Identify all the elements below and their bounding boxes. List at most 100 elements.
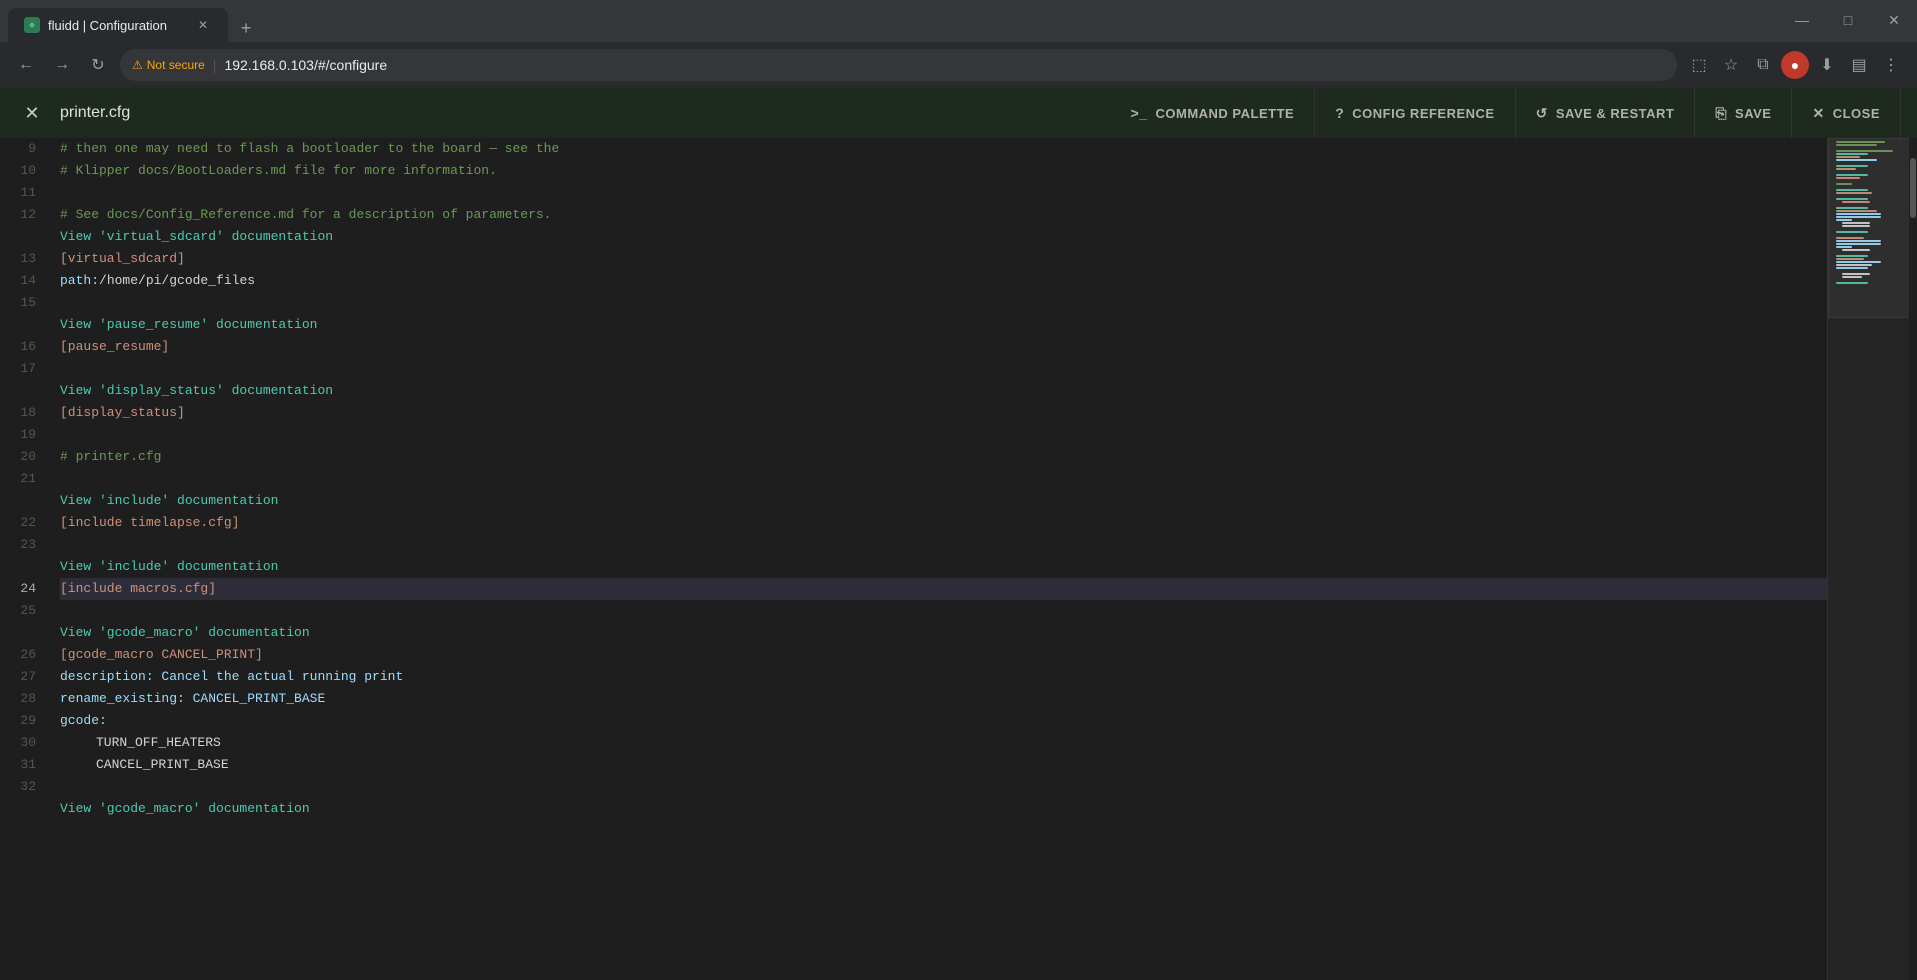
code-line-25	[60, 600, 1827, 622]
line-num-23: 23	[0, 534, 36, 556]
code-line-9: # then one may need to flash a bootloade…	[60, 138, 1827, 160]
window-close-button[interactable]: ✕	[1871, 6, 1917, 34]
code-line-28: rename_existing: CANCEL_PRINT_BASE	[60, 688, 1827, 710]
profile-button[interactable]: ●	[1781, 51, 1809, 79]
code-line-24: [include macros.cfg]	[60, 578, 1827, 600]
code-link-display-status[interactable]: View 'display_status' documentation	[60, 380, 1827, 402]
browser-actions: ⬚ ☆ ⧉ ● ⬇ ▤ ⋮	[1685, 51, 1905, 79]
code-link-gcode-macro[interactable]: View 'gcode_macro' documentation	[60, 622, 1827, 644]
tab-favicon	[24, 17, 40, 33]
line-num-24: 24	[0, 578, 36, 600]
active-tab[interactable]: fluidd | Configuration ✕	[8, 8, 228, 42]
tab-close-button[interactable]: ✕	[194, 16, 212, 34]
editor-main: 9 10 11 12 13 14 15 16 17 18 19 20 21 22…	[0, 138, 1827, 980]
address-text: 192.168.0.103/#/configure	[224, 57, 387, 73]
bookmark-button[interactable]: ☆	[1717, 51, 1745, 79]
save-icon: ⎘	[1715, 105, 1727, 122]
code-content[interactable]: # then one may need to flash a bootloade…	[52, 138, 1827, 980]
line-num-32: 32	[0, 776, 36, 798]
line-num-26: 26	[0, 644, 36, 666]
tab-title: fluidd | Configuration	[48, 18, 167, 33]
app-close-icon[interactable]: ✕	[16, 97, 48, 129]
new-tab-button[interactable]: +	[232, 14, 260, 42]
command-palette-icon: >_	[1131, 105, 1148, 121]
code-line-13: [virtual_sdcard]	[60, 248, 1827, 270]
config-reference-label: CONFIG REFERENCE	[1352, 106, 1494, 121]
tab-bar: — □ ✕ fluidd | Configuration ✕ +	[0, 0, 1917, 42]
code-line-12: # See docs/Config_Reference.md for a des…	[60, 204, 1827, 226]
minimize-button[interactable]: —	[1779, 6, 1825, 34]
code-link-virtual-sdcard[interactable]: View 'virtual_sdcard' documentation	[60, 226, 1827, 248]
line-num-13: 13	[0, 248, 36, 270]
config-reference-button[interactable]: ? CONFIG REFERENCE	[1315, 88, 1515, 138]
minimap[interactable]	[1827, 138, 1917, 980]
sidebar-button[interactable]: ▤	[1845, 51, 1873, 79]
editor-area: 9 10 11 12 13 14 15 16 17 18 19 20 21 22…	[0, 138, 1917, 980]
browser-controls: ← → ↻ ⚠ Not secure | 192.168.0.103/#/con…	[0, 42, 1917, 88]
close-label: CLOSE	[1833, 106, 1880, 121]
line-num-10: 10	[0, 160, 36, 182]
line-num-11: 11	[0, 182, 36, 204]
code-line-14: path: /home/pi/gcode_files	[60, 270, 1827, 292]
line-num-17: 17	[0, 358, 36, 380]
file-title: printer.cfg	[60, 104, 1111, 122]
line-num-9: 9	[0, 138, 36, 160]
code-line-21	[60, 468, 1827, 490]
extensions-button[interactable]: ⧉	[1749, 51, 1777, 79]
line-num-25: 25	[0, 600, 36, 622]
code-link-gcode-macro-2[interactable]: View 'gcode_macro' documentation	[60, 798, 1827, 820]
code-line-11	[60, 182, 1827, 204]
line-num-15: 15	[0, 292, 36, 314]
line-num-18: 18	[0, 402, 36, 424]
line-num-19: 19	[0, 424, 36, 446]
forward-button[interactable]: →	[48, 51, 76, 79]
code-line-16: [pause_resume]	[60, 336, 1827, 358]
download-button[interactable]: ⬇	[1813, 51, 1841, 79]
code-line-20: # printer.cfg	[60, 446, 1827, 468]
line-num-link4	[0, 490, 36, 512]
code-line-22: [include timelapse.cfg]	[60, 512, 1827, 534]
scrollbar-thumb[interactable]	[1910, 158, 1916, 218]
line-num-30: 30	[0, 732, 36, 754]
cast-button[interactable]: ⬚	[1685, 51, 1713, 79]
minimap-viewport	[1828, 138, 1917, 318]
close-button[interactable]: ✕ CLOSE	[1792, 88, 1901, 138]
save-restart-icon: ↺	[1536, 105, 1548, 122]
code-line-10: # Klipper docs/BootLoaders.md file for m…	[60, 160, 1827, 182]
line-num-link6	[0, 622, 36, 644]
line-num-16: 16	[0, 336, 36, 358]
code-line-27: description: Cancel the actual running p…	[60, 666, 1827, 688]
command-palette-button[interactable]: >_ COMMAND PALETTE	[1111, 88, 1316, 138]
line-num-link5	[0, 556, 36, 578]
code-line-30: TURN_OFF_HEATERS	[60, 732, 1827, 754]
address-bar[interactable]: ⚠ Not secure | 192.168.0.103/#/configure	[120, 49, 1677, 81]
code-link-include-timelapse[interactable]: View 'include' documentation	[60, 490, 1827, 512]
line-num-link7	[0, 798, 36, 820]
scrollbar-track[interactable]	[1909, 138, 1917, 980]
minimap-content	[1828, 138, 1917, 980]
save-restart-button[interactable]: ↺ SAVE & RESTART	[1516, 88, 1696, 138]
line-num-20: 20	[0, 446, 36, 468]
code-line-29: gcode:	[60, 710, 1827, 732]
save-label: SAVE	[1735, 106, 1771, 121]
back-button[interactable]: ←	[12, 51, 40, 79]
maximize-button[interactable]: □	[1825, 6, 1871, 34]
line-num-29: 29	[0, 710, 36, 732]
save-restart-label: SAVE & RESTART	[1556, 106, 1674, 121]
refresh-button[interactable]: ↻	[84, 51, 112, 79]
code-line-23	[60, 534, 1827, 556]
line-num-27: 27	[0, 666, 36, 688]
code-link-pause-resume[interactable]: View 'pause_resume' documentation	[60, 314, 1827, 336]
browser-chrome: — □ ✕ fluidd | Configuration ✕ + ← → ↻ ⚠…	[0, 0, 1917, 88]
menu-button[interactable]: ⋮	[1877, 51, 1905, 79]
code-link-include-macros[interactable]: View 'include' documentation	[60, 556, 1827, 578]
save-button[interactable]: ⎘ SAVE	[1695, 88, 1792, 138]
app-container: ✕ printer.cfg >_ COMMAND PALETTE ? CONFI…	[0, 88, 1917, 980]
code-line-18: [display_status]	[60, 402, 1827, 424]
code-line-17	[60, 358, 1827, 380]
line-num-link2	[0, 314, 36, 336]
code-line-32	[60, 776, 1827, 798]
line-num-link3	[0, 380, 36, 402]
line-num-12: 12	[0, 204, 36, 226]
code-line-19	[60, 424, 1827, 446]
